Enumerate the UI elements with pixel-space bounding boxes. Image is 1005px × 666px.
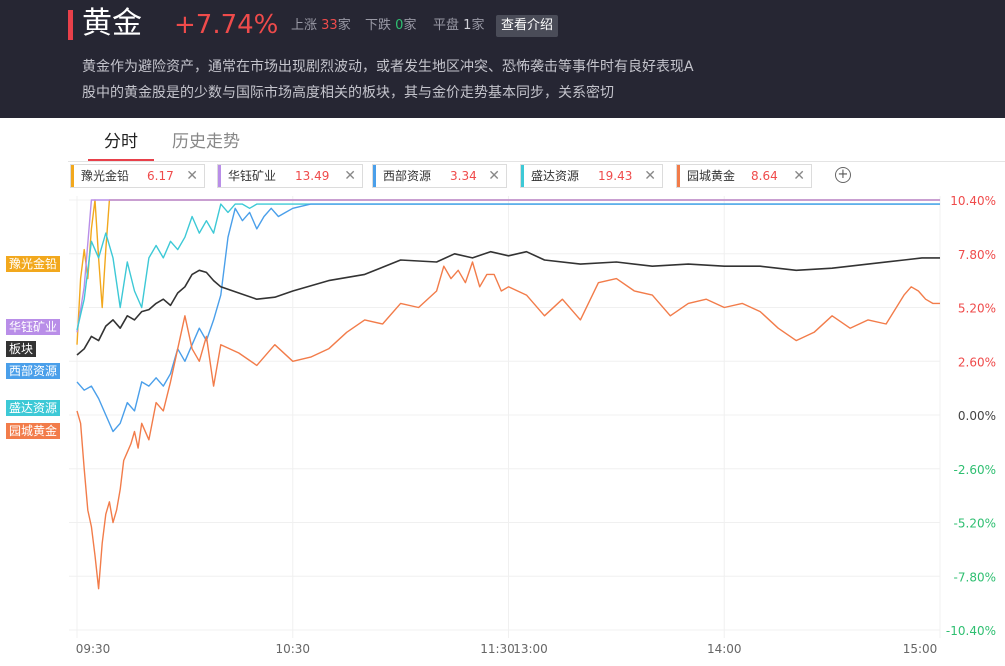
y-tick-label: 2.60%	[958, 355, 996, 369]
x-tick-label: 13:00	[513, 642, 548, 656]
series-tag-0: 板块	[6, 341, 37, 357]
series-tag-5: 园城黄金	[6, 423, 61, 439]
x-tick-label: 10:30	[275, 642, 310, 656]
y-tick-label: -10.40%	[946, 624, 996, 638]
y-tick-label: -2.60%	[954, 463, 996, 477]
series-tag-2: 盛达资源	[6, 400, 61, 416]
x-tick-label: 15:00	[903, 642, 938, 656]
series-tag-1: 豫光金铅	[6, 256, 61, 272]
y-tick-label: 0.00%	[958, 409, 996, 423]
y-tick-label: 10.40%	[950, 194, 996, 208]
x-tick-label: 11:30	[480, 642, 515, 656]
x-tick-label: 14:00	[707, 642, 742, 656]
y-tick-label: 7.80%	[958, 248, 996, 262]
series-tag-4: 西部资源	[6, 363, 61, 379]
series-tag-3: 华钰矿业	[6, 319, 61, 335]
intraday-chart: 10.40% 7.80% 5.20% 2.60% 0.00% -2.60% -5.20% -7…	[69, 194, 996, 656]
y-tick-label: 5.20%	[958, 302, 996, 316]
y-tick-label: -7.80%	[954, 570, 996, 584]
y-tick-label: -5.20%	[954, 517, 996, 531]
x-tick-label: 09:30	[76, 642, 111, 656]
